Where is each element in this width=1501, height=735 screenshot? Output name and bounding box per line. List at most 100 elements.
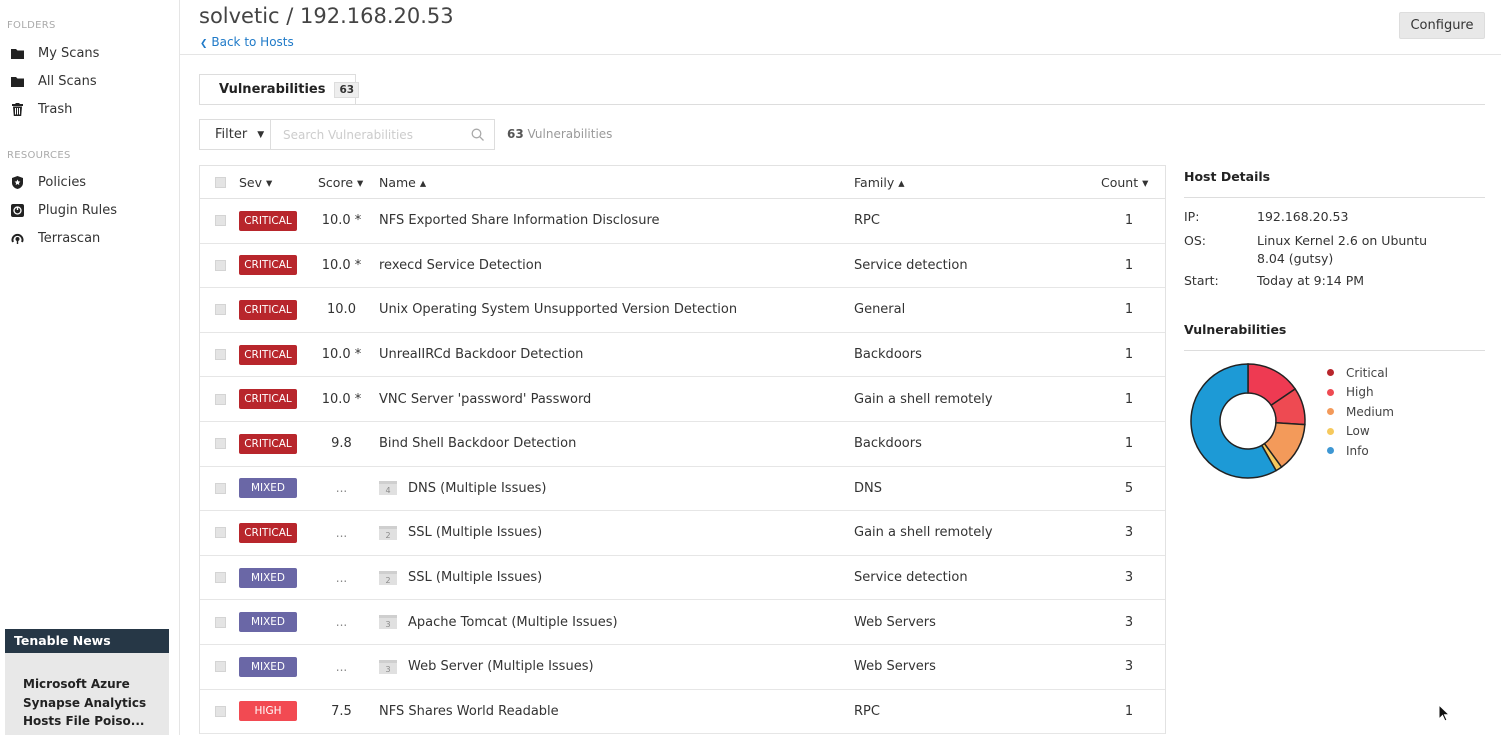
host-ip-row: IP: 192.168.20.53 bbox=[1184, 208, 1485, 226]
score-cell: ... bbox=[335, 659, 348, 674]
tenable-news-panel: Tenable News Microsoft Azure Synapse Ana… bbox=[5, 629, 169, 735]
table-row[interactable]: MIXED... 2 SSL (Multiple Issues) Service de… bbox=[200, 556, 1165, 601]
count-cell: 1 bbox=[1124, 703, 1134, 719]
column-family[interactable]: Family ▴ bbox=[854, 175, 1094, 190]
vulnerabilities-table: Sev ▾ Score ▾ Name ▴ Family ▴ Count ▾ CR… bbox=[199, 165, 1166, 735]
row-checkbox[interactable] bbox=[215, 304, 226, 316]
name-cell: NFS Shares World Readable bbox=[379, 704, 854, 719]
count-cell: 1 bbox=[1124, 436, 1134, 452]
severity-badge: CRITICAL bbox=[239, 344, 297, 365]
count-cell: 3 bbox=[1124, 525, 1134, 541]
sidebar: FOLDERS My Scans All Scans Trash RESOURC… bbox=[0, 0, 180, 735]
news-line: Hosts File Poiso... bbox=[23, 714, 145, 728]
plugin-icon bbox=[10, 203, 24, 217]
severity-cell: MIXED bbox=[239, 567, 304, 588]
count-cell: 3 bbox=[1124, 614, 1134, 630]
sidebar-item-my-scans[interactable]: My Scans bbox=[10, 42, 99, 64]
vulnerabilities-donut-chart[interactable] bbox=[1188, 361, 1308, 481]
news-item[interactable]: Microsoft Azure Synapse Analytics Hosts … bbox=[5, 653, 169, 731]
score-cell: ... bbox=[335, 615, 348, 630]
row-checkbox[interactable] bbox=[215, 393, 226, 405]
family-cell: Service detection bbox=[854, 257, 968, 273]
row-checkbox[interactable] bbox=[215, 215, 226, 227]
legend-label: Info bbox=[1346, 443, 1369, 458]
column-name[interactable]: Name ▴ bbox=[379, 175, 854, 190]
row-checkbox[interactable] bbox=[215, 349, 226, 361]
select-all-checkbox[interactable] bbox=[215, 176, 226, 188]
back-to-hosts-link[interactable]: ❮ Back to Hosts bbox=[200, 35, 294, 49]
row-checkbox[interactable] bbox=[215, 661, 226, 673]
name-cell: 2 SSL (Multiple Issues) bbox=[379, 570, 854, 585]
table-header: Sev ▾ Score ▾ Name ▴ Family ▴ Count ▾ bbox=[200, 166, 1165, 199]
severity-cell: MIXED bbox=[239, 656, 304, 677]
sidebar-item-label: Trash bbox=[38, 101, 73, 117]
row-checkbox[interactable] bbox=[215, 527, 226, 539]
family-cell: Backdoors bbox=[854, 436, 922, 452]
tab-label: Vulnerabilities bbox=[219, 82, 326, 97]
trash-icon bbox=[10, 102, 24, 116]
column-sev[interactable]: Sev ▾ bbox=[239, 175, 304, 190]
score-cell: ... bbox=[335, 570, 348, 585]
vuln-name: NFS Exported Share Information Disclosur… bbox=[379, 213, 660, 229]
search-icon[interactable] bbox=[471, 128, 484, 145]
sidebar-item-trash[interactable]: Trash bbox=[10, 98, 72, 120]
row-checkbox[interactable] bbox=[215, 438, 226, 450]
legend-dot bbox=[1327, 369, 1334, 377]
vulnerability-count: 63 Vulnerabilities bbox=[507, 127, 612, 141]
sidebar-item-plugin-rules[interactable]: Plugin Rules bbox=[10, 199, 117, 221]
table-row[interactable]: MIXED... 3 Apache Tomcat (Multiple Issues)… bbox=[200, 600, 1165, 645]
column-count[interactable]: Count ▾ bbox=[1094, 175, 1164, 190]
table-row[interactable]: MIXED... 4 DNS (Multiple Issues) DNS 5 bbox=[200, 467, 1165, 512]
severity-badge: CRITICAL bbox=[239, 299, 297, 320]
severity-cell: HIGH bbox=[239, 701, 304, 722]
legend-item[interactable]: Critical bbox=[1327, 363, 1394, 383]
name-cell: 4 DNS (Multiple Issues) bbox=[379, 481, 854, 496]
legend-label: Medium bbox=[1346, 404, 1394, 419]
sidebar-item-all-scans[interactable]: All Scans bbox=[10, 70, 97, 92]
table-row[interactable]: CRITICAL 10.0 * NFS Exported Share Informa… bbox=[200, 199, 1165, 244]
severity-badge: CRITICAL bbox=[239, 389, 297, 410]
tab-vulnerabilities[interactable]: Vulnerabilities 63 bbox=[199, 74, 360, 105]
table-row[interactable]: CRITICAL... 2 SSL (Multiple Issues) Gain a … bbox=[200, 511, 1165, 556]
table-row[interactable]: CRITICAL 10.0 * rexecd Service Detection Se… bbox=[200, 244, 1165, 289]
table-row[interactable]: CRITICAL 9.8 Bind Shell Backdoor Detection… bbox=[200, 422, 1165, 467]
legend-item[interactable]: Medium bbox=[1327, 402, 1394, 422]
row-checkbox[interactable] bbox=[215, 572, 226, 584]
row-checkbox[interactable] bbox=[215, 482, 226, 494]
row-checkbox[interactable] bbox=[215, 616, 226, 628]
score-cell: 10.0 * bbox=[321, 257, 362, 273]
back-link-label: Back to Hosts bbox=[211, 35, 294, 49]
configure-button[interactable]: Configure bbox=[1399, 12, 1485, 39]
host-start-row: Start: Today at 9:14 PM bbox=[1184, 272, 1485, 290]
news-header: Tenable News bbox=[5, 629, 169, 653]
header-divider bbox=[180, 54, 1501, 55]
column-score[interactable]: Score ▾ bbox=[304, 175, 379, 190]
score-cell: 10.0 bbox=[327, 302, 356, 318]
legend-item[interactable]: Low bbox=[1327, 422, 1394, 442]
table-row[interactable]: CRITICAL 10.0 * UnrealIRCd Backdoor Detect… bbox=[200, 333, 1165, 378]
search-input[interactable] bbox=[283, 127, 458, 142]
table-row[interactable]: CRITICAL 10.0 * VNC Server 'password' Pass… bbox=[200, 377, 1165, 422]
table-row[interactable]: HIGH 7.5 NFS Shares World Readable RPC 1 bbox=[200, 690, 1165, 735]
resources-header: RESOURCES bbox=[7, 150, 71, 161]
row-checkbox[interactable] bbox=[215, 705, 226, 717]
family-cell: Web Servers bbox=[854, 614, 936, 630]
shield-icon bbox=[10, 175, 24, 189]
legend-item[interactable]: Info bbox=[1327, 441, 1394, 461]
vuln-name: NFS Shares World Readable bbox=[379, 703, 559, 719]
vulnerabilities-chart-header: Vulnerabilities bbox=[1184, 318, 1485, 351]
filter-dropdown[interactable]: Filter ▼ bbox=[199, 119, 271, 150]
host-details-panel: Host Details IP: 192.168.20.53 OS: Linux… bbox=[1184, 165, 1485, 479]
legend-dot bbox=[1327, 408, 1334, 416]
row-checkbox[interactable] bbox=[215, 259, 226, 271]
os-label: OS: bbox=[1184, 233, 1206, 248]
severity-badge: CRITICAL bbox=[239, 433, 297, 454]
sidebar-item-terrascan[interactable]: Terrascan bbox=[10, 227, 100, 249]
table-row[interactable]: MIXED... 3 Web Server (Multiple Issues) Web… bbox=[200, 645, 1165, 690]
name-cell: NFS Exported Share Information Disclosur… bbox=[379, 213, 854, 228]
legend-item[interactable]: High bbox=[1327, 383, 1394, 403]
sidebar-item-policies[interactable]: Policies bbox=[10, 171, 86, 193]
severity-badge: MIXED bbox=[239, 656, 297, 677]
table-row[interactable]: CRITICAL 10.0 Unix Operating System Unsupp… bbox=[200, 288, 1165, 333]
page-title: solvetic / 192.168.20.53 bbox=[199, 4, 454, 28]
